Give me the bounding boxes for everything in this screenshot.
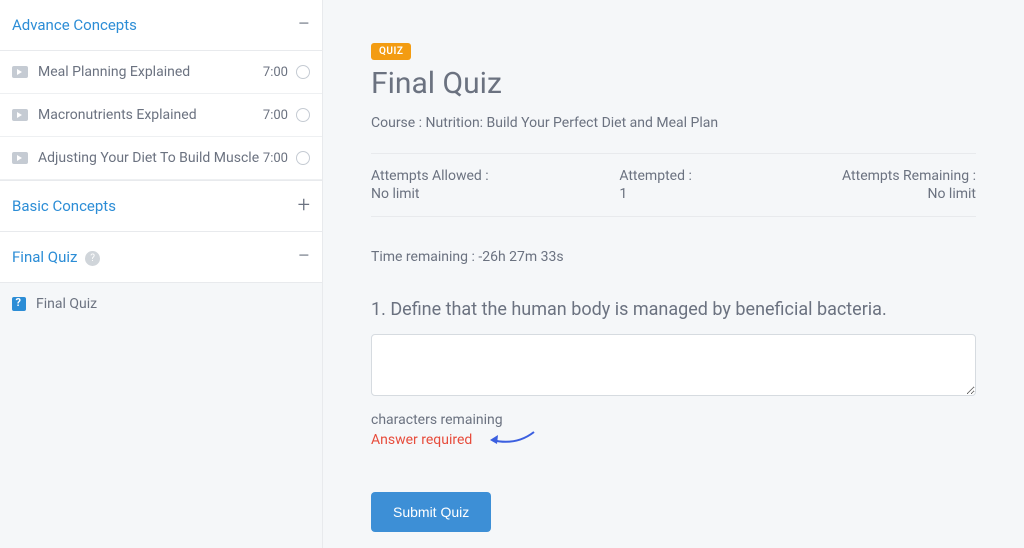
attempted-value: 1 — [619, 186, 797, 202]
submit-quiz-button[interactable]: Submit Quiz — [371, 492, 491, 532]
video-icon — [12, 66, 28, 78]
quiz-link-title: Final Quiz — [36, 296, 97, 312]
chars-remaining: characters remaining — [371, 412, 976, 428]
course-line: Course : Nutrition: Build Your Perfect D… — [371, 115, 976, 131]
section-title-text: Final Quiz — [12, 248, 77, 266]
course-prefix: Course : — [371, 115, 426, 131]
course-name: Nutrition: Build Your Perfect Diet and M… — [426, 115, 719, 131]
quiz-link-final-quiz[interactable]: Final Quiz — [0, 283, 322, 325]
attempts-remaining-label: Attempts Remaining : — [798, 168, 976, 184]
section-advance-concepts[interactable]: Advance Concepts − — [0, 0, 322, 51]
section-title: Advance Concepts — [12, 16, 137, 34]
main-content: QUIZ Final Quiz Course : Nutrition: Buil… — [323, 0, 1024, 548]
attempts-allowed-label: Attempts Allowed : — [371, 168, 549, 184]
section-final-quiz[interactable]: Final Quiz ? − — [0, 232, 322, 283]
quiz-icon — [12, 297, 26, 311]
question-body: Define that the human body is managed by… — [390, 299, 886, 320]
question-text: 1. Define that the human body is managed… — [371, 299, 976, 320]
answer-textarea[interactable] — [371, 334, 976, 396]
sidebar: Advance Concepts − Meal Planning Explain… — [0, 0, 323, 548]
lesson-status-circle-icon — [296, 108, 310, 122]
attempts-allowed-value: No limit — [371, 186, 549, 202]
lesson-status-circle-icon — [296, 65, 310, 79]
answer-required-error: Answer required — [371, 432, 472, 448]
time-remaining-value: -26h 27m 33s — [478, 249, 563, 265]
attempted-label: Attempted : — [619, 168, 797, 184]
lesson-item[interactable]: Macronutrients Explained 7:00 — [0, 94, 322, 137]
lesson-item[interactable]: Meal Planning Explained 7:00 — [0, 51, 322, 94]
divider — [371, 216, 976, 217]
minus-icon: − — [297, 14, 310, 36]
section-title: Final Quiz ? — [12, 248, 100, 266]
help-icon: ? — [85, 251, 100, 266]
time-remaining-label: Time remaining : — [371, 249, 478, 265]
lesson-title: Meal Planning Explained — [38, 64, 263, 80]
lesson-title: Adjusting Your Diet To Build Muscle — [38, 150, 263, 166]
lesson-title: Macronutrients Explained — [38, 107, 263, 123]
video-icon — [12, 152, 28, 164]
lesson-item[interactable]: Adjusting Your Diet To Build Muscle 7:00 — [0, 137, 322, 180]
arrow-annotation-icon — [486, 428, 536, 452]
time-remaining: Time remaining : -26h 27m 33s — [371, 249, 976, 265]
video-icon — [12, 109, 28, 121]
attempts-remaining: Attempts Remaining : No limit — [798, 168, 976, 202]
lesson-status-circle-icon — [296, 151, 310, 165]
quiz-badge: QUIZ — [371, 43, 411, 60]
question-number: 1 — [371, 299, 381, 320]
minus-icon: − — [297, 246, 310, 268]
section-basic-concepts[interactable]: Basic Concepts + — [0, 180, 322, 232]
lesson-duration: 7:00 — [263, 108, 288, 123]
attempts-row: Attempts Allowed : No limit Attempted : … — [371, 154, 976, 216]
attempts-allowed: Attempts Allowed : No limit — [371, 168, 549, 202]
section-title: Basic Concepts — [12, 197, 116, 215]
page-title: Final Quiz — [371, 66, 976, 101]
attempts-remaining-value: No limit — [798, 186, 976, 202]
plus-icon: + — [298, 195, 310, 217]
attempted: Attempted : 1 — [549, 168, 797, 202]
lesson-duration: 7:00 — [263, 151, 288, 166]
lesson-duration: 7:00 — [263, 65, 288, 80]
